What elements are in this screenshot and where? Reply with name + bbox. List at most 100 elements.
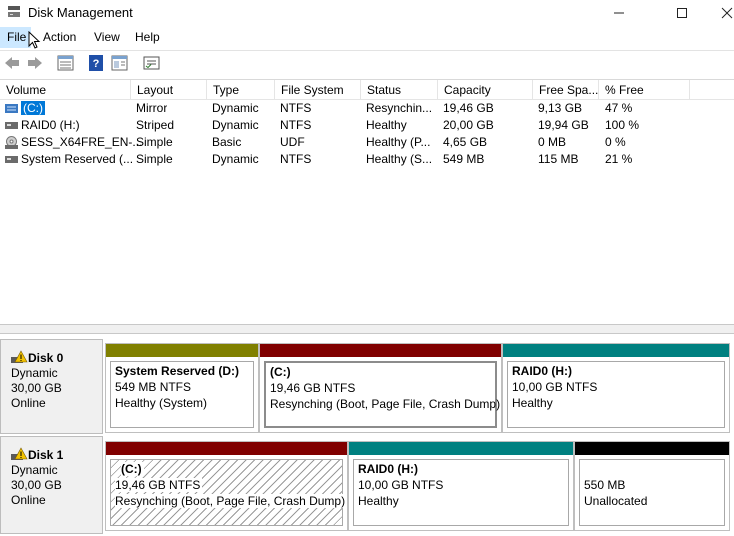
disk-state: Online [11,493,46,507]
disk-state: Online [11,396,46,410]
capacity-cell: 4,65 GB [443,135,488,149]
volume-row[interactable]: (C:) Mirror Dynamic NTFS Resynchin... 19… [0,100,734,117]
volume-name-cell: (C:) [21,101,45,115]
file-system-cell: NTFS [280,101,312,115]
cd-drive-icon [5,136,18,149]
disk-0-label[interactable]: Disk 0 Dynamic 30,00 GB Online [0,339,103,434]
menu-file[interactable]: File [0,27,31,48]
percent-free-cell: 100 % [605,118,640,132]
volume-name-cell: SESS_X64FRE_EN-... [21,135,143,149]
partition-size: 550 MB [584,478,626,492]
dynamic-disk-warning-icon [11,447,28,460]
file-system-cell: UDF [280,135,305,149]
partition-raid0[interactable]: RAID0 (H:) 10,00 GB NTFS Healthy [348,441,574,531]
percent-free-cell: 0 % [605,135,626,149]
column-file-system[interactable]: File System [275,80,361,99]
close-icon [721,7,733,19]
pane-splitter[interactable] [0,324,734,334]
properties-icon[interactable] [143,55,160,71]
volume-icon [5,156,18,163]
free-space-cell: 19,94 GB [538,118,589,132]
close-button[interactable] [704,0,734,26]
partition-size: 10,00 GB NTFS [512,380,598,394]
volume-row[interactable]: RAID0 (H:) Striped Dynamic NTFS Healthy … [0,117,734,134]
column-type[interactable]: Type [207,80,275,99]
capacity-cell: 19,46 GB [443,101,494,115]
disk-name: Disk 0 [28,351,64,365]
file-system-cell: NTFS [280,118,312,132]
type-cell: Dynamic [212,118,259,132]
disk-type: Dynamic [11,463,58,477]
type-cell: Dynamic [212,101,259,115]
disk-graphical-view: Disk 0 Dynamic 30,00 GB Online System Re… [0,334,734,536]
dynamic-disk-warning-icon [11,350,28,363]
column-layout[interactable]: Layout [131,80,207,99]
window-title: Disk Management [28,5,133,20]
partition-size: 19,46 GB NTFS [270,381,356,395]
capacity-cell: 549 MB [443,152,485,166]
disk-list-icon[interactable] [57,55,74,71]
column-status[interactable]: Status [361,80,438,99]
partition-color-bar [106,442,347,455]
type-cell: Dynamic [212,152,259,166]
help-icon[interactable]: ? [89,55,103,71]
column-free-space[interactable]: Free Spa... [533,80,599,99]
status-cell: Resynchin... [366,101,433,115]
partition-raid0[interactable]: RAID0 (H:) 10,00 GB NTFS Healthy [502,343,730,433]
partition-status: Resynching (Boot, Page File, Crash Dump) [115,494,348,508]
forward-arrow-icon[interactable] [26,55,43,71]
partition-size: 549 MB NTFS [115,380,192,394]
volume-list: Volume Layout Type File System Status Ca… [0,79,734,325]
menu-bar: File Action View Help [0,27,734,48]
partition-status: Healthy [358,494,399,508]
column-volume[interactable]: Volume [0,80,131,99]
type-cell: Basic [212,135,242,149]
partition-status: Unallocated [584,494,648,508]
maximize-button[interactable] [659,0,705,26]
free-space-cell: 115 MB [538,152,579,166]
menu-help[interactable]: Help [135,30,160,44]
menu-action[interactable]: Action [43,30,76,44]
status-cell: Healthy (P... [366,135,431,149]
volume-list-header: Volume Layout Type File System Status Ca… [0,80,734,100]
partition-title: RAID0 (H:) [358,462,418,476]
layout-cell: Striped [136,118,175,132]
partition-status: Resynching (Boot, Page File, Crash Dump) [270,397,501,411]
percent-free-cell: 47 % [605,101,633,115]
volume-row[interactable]: SESS_X64FRE_EN-... Simple Basic UDF Heal… [0,134,734,151]
partition-size: 10,00 GB NTFS [358,478,444,492]
partition-unallocated[interactable]: 550 MB Unallocated [574,441,730,531]
partition-c-mirror[interactable]: (C:) 19,46 GB NTFS Resynching (Boot, Pag… [105,441,348,531]
toolbar: ? [0,50,734,76]
minimize-icon [614,12,624,14]
partition-color-bar [260,344,501,357]
partition-title: (C:) [121,462,144,476]
partition-title: (C:) [270,365,291,379]
minimize-button[interactable] [596,0,642,26]
file-system-cell: NTFS [280,152,312,166]
capacity-cell: 20,00 GB [443,118,494,132]
layout-cell: Simple [136,152,173,166]
mirror-volume-icon [5,104,18,113]
disk-name: Disk 1 [28,448,64,462]
partition-system-reserved[interactable]: System Reserved (D:) 549 MB NTFS Healthy… [105,343,259,433]
partition-title: System Reserved (D:) [115,364,240,378]
disk-1-label[interactable]: Disk 1 Dynamic 30,00 GB Online [0,436,103,534]
free-space-cell: 0 MB [538,135,567,149]
disk-size: 30,00 GB [11,478,62,492]
partition-c-mirror[interactable]: (C:) 19,46 GB NTFS Resynching (Boot, Pag… [259,343,502,433]
status-cell: Healthy [366,118,407,132]
title-bar: Disk Management [0,0,734,26]
volume-row[interactable]: System Reserved (... Simple Dynamic NTFS… [0,151,734,168]
back-arrow-icon[interactable] [4,55,21,71]
column-percent-free[interactable]: % Free [599,80,690,99]
partition-color-bar [349,442,573,455]
partition-status: Healthy (System) [115,396,208,410]
percent-free-cell: 21 % [605,152,633,166]
partition-title: RAID0 (H:) [512,364,572,378]
status-cell: Healthy (S... [366,152,433,166]
console-properties-icon[interactable] [111,55,128,71]
menu-view[interactable]: View [94,30,120,44]
column-capacity[interactable]: Capacity [438,80,533,99]
volume-name-cell: RAID0 (H:) [21,118,80,132]
